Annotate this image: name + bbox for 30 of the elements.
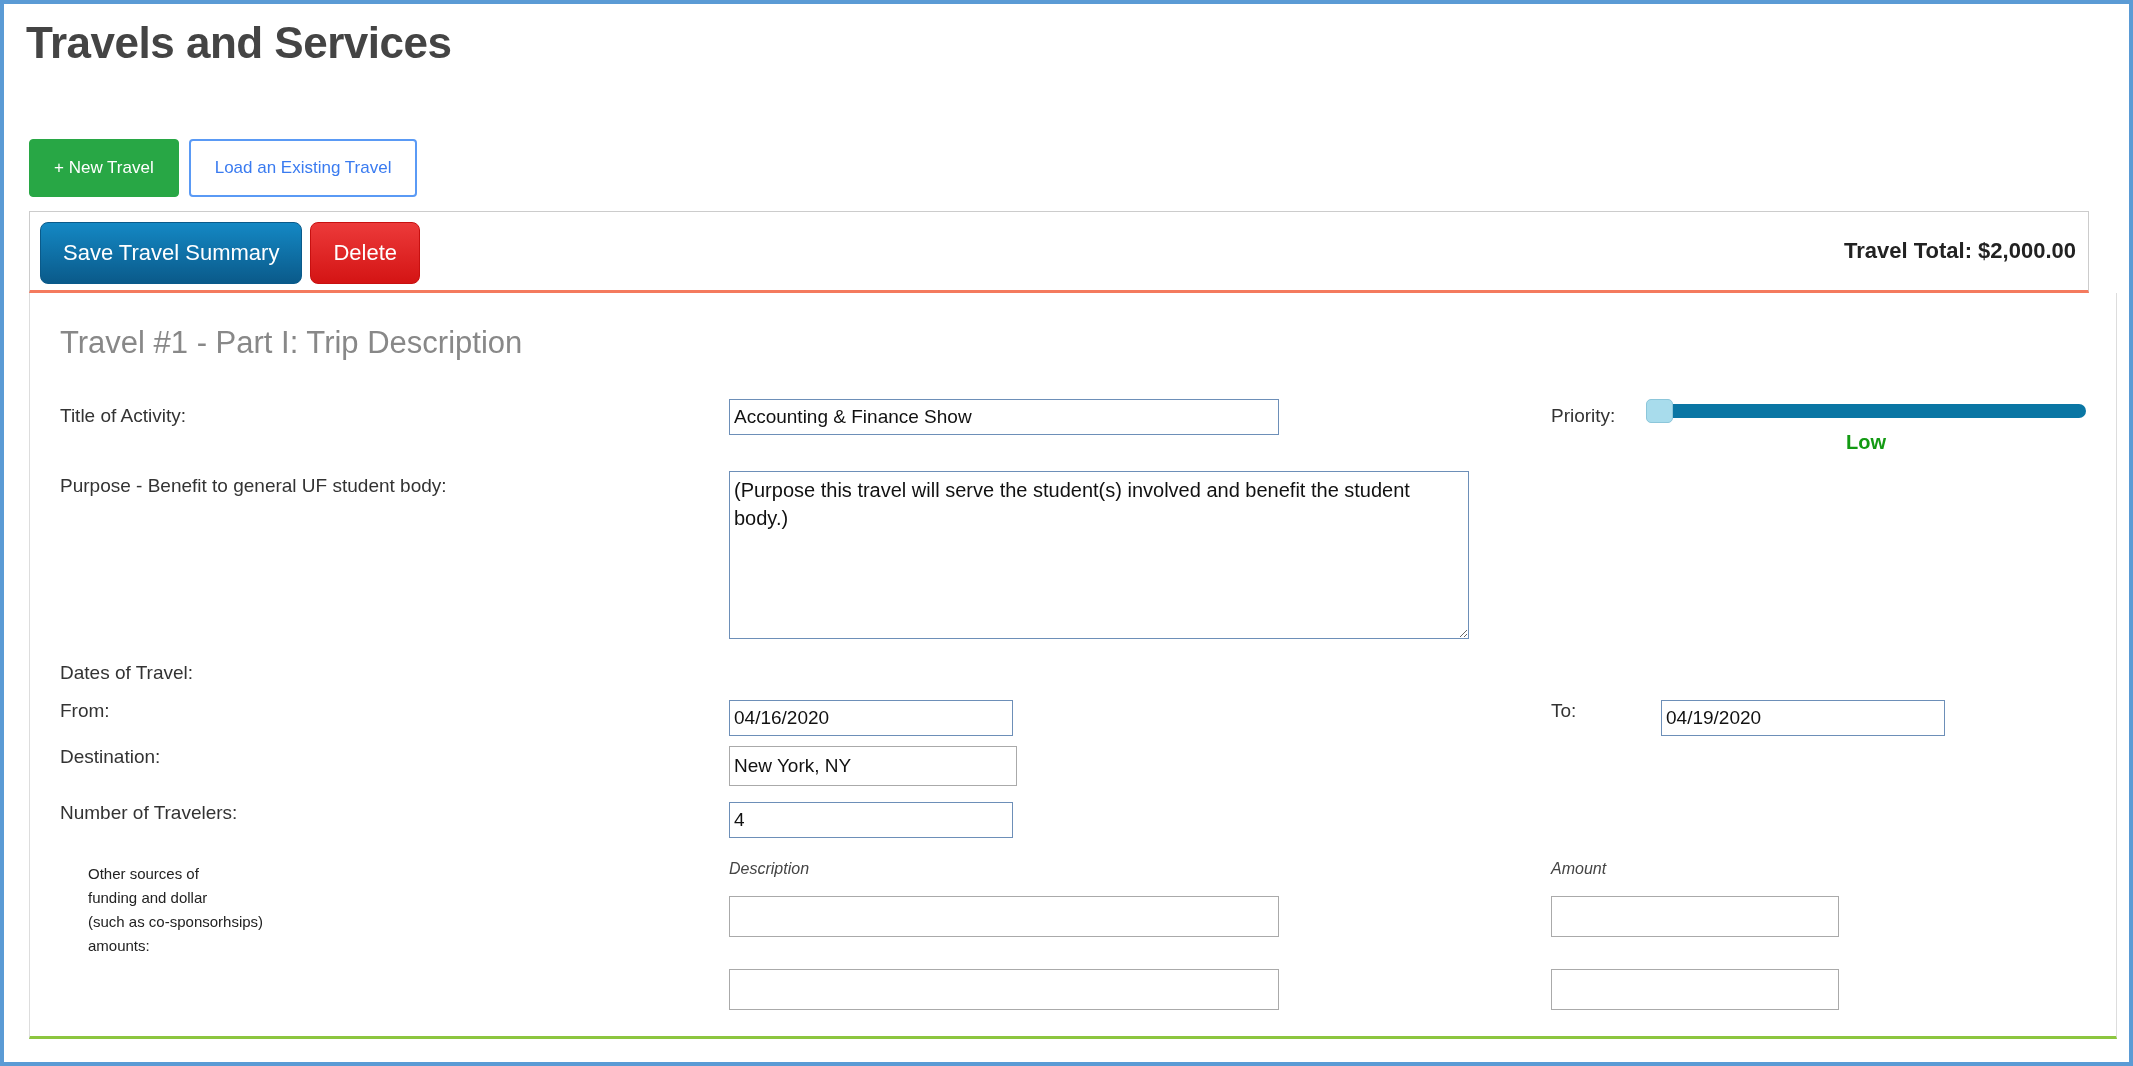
input-field[interactable]: 4	[729, 802, 1013, 838]
input-field[interactable]: Accounting & Finance Show	[729, 399, 1279, 435]
section-heading: Travel #1 - Part I: Trip Description	[60, 324, 524, 361]
input-field[interactable]: 04/19/2020	[1661, 700, 1945, 736]
load-travel-button[interactable]: Load an Existing Travel	[188, 139, 418, 197]
page-title: Travels and Services	[26, 17, 453, 69]
input-field[interactable]: 04/16/2020	[729, 700, 1013, 736]
field-label: Destination:	[60, 745, 161, 767]
amount-field[interactable]	[1551, 969, 1839, 1010]
field-label: Priority:	[1551, 404, 1616, 426]
slider-thumb[interactable]	[1646, 399, 1673, 423]
input-field[interactable]: New York, NY	[729, 746, 1017, 786]
field-label: To:	[1551, 699, 1577, 721]
priority-reading: Low	[1846, 431, 1886, 453]
field-label: Purpose - Benefit to general UF student body:	[60, 474, 447, 496]
field-label: Dates of Travel:	[60, 661, 194, 683]
column-header: Description	[729, 860, 810, 878]
field-label: Title of Activity:	[60, 404, 186, 426]
delete-button[interactable]: Delete	[310, 222, 420, 284]
description-field[interactable]	[729, 896, 1279, 937]
travel-total: Travel Total: $2,000.00	[1844, 238, 2076, 264]
funding-label: Other sources of funding and dollar (such as co-sponsorhsips) amounts:	[87, 864, 265, 956]
save-button[interactable]: Save Travel Summary	[40, 222, 303, 284]
priority-slider[interactable]	[1646, 399, 2086, 423]
field-label: From:	[60, 699, 110, 721]
purpose-field[interactable]: (Purpose this travel will serve the student(s) involved and benefit the student body.)	[729, 471, 1469, 639]
column-header: Amount	[1551, 860, 1607, 878]
description-field[interactable]	[729, 969, 1279, 1010]
field-label: Number of Travelers:	[60, 801, 238, 823]
amount-field[interactable]	[1551, 896, 1839, 937]
